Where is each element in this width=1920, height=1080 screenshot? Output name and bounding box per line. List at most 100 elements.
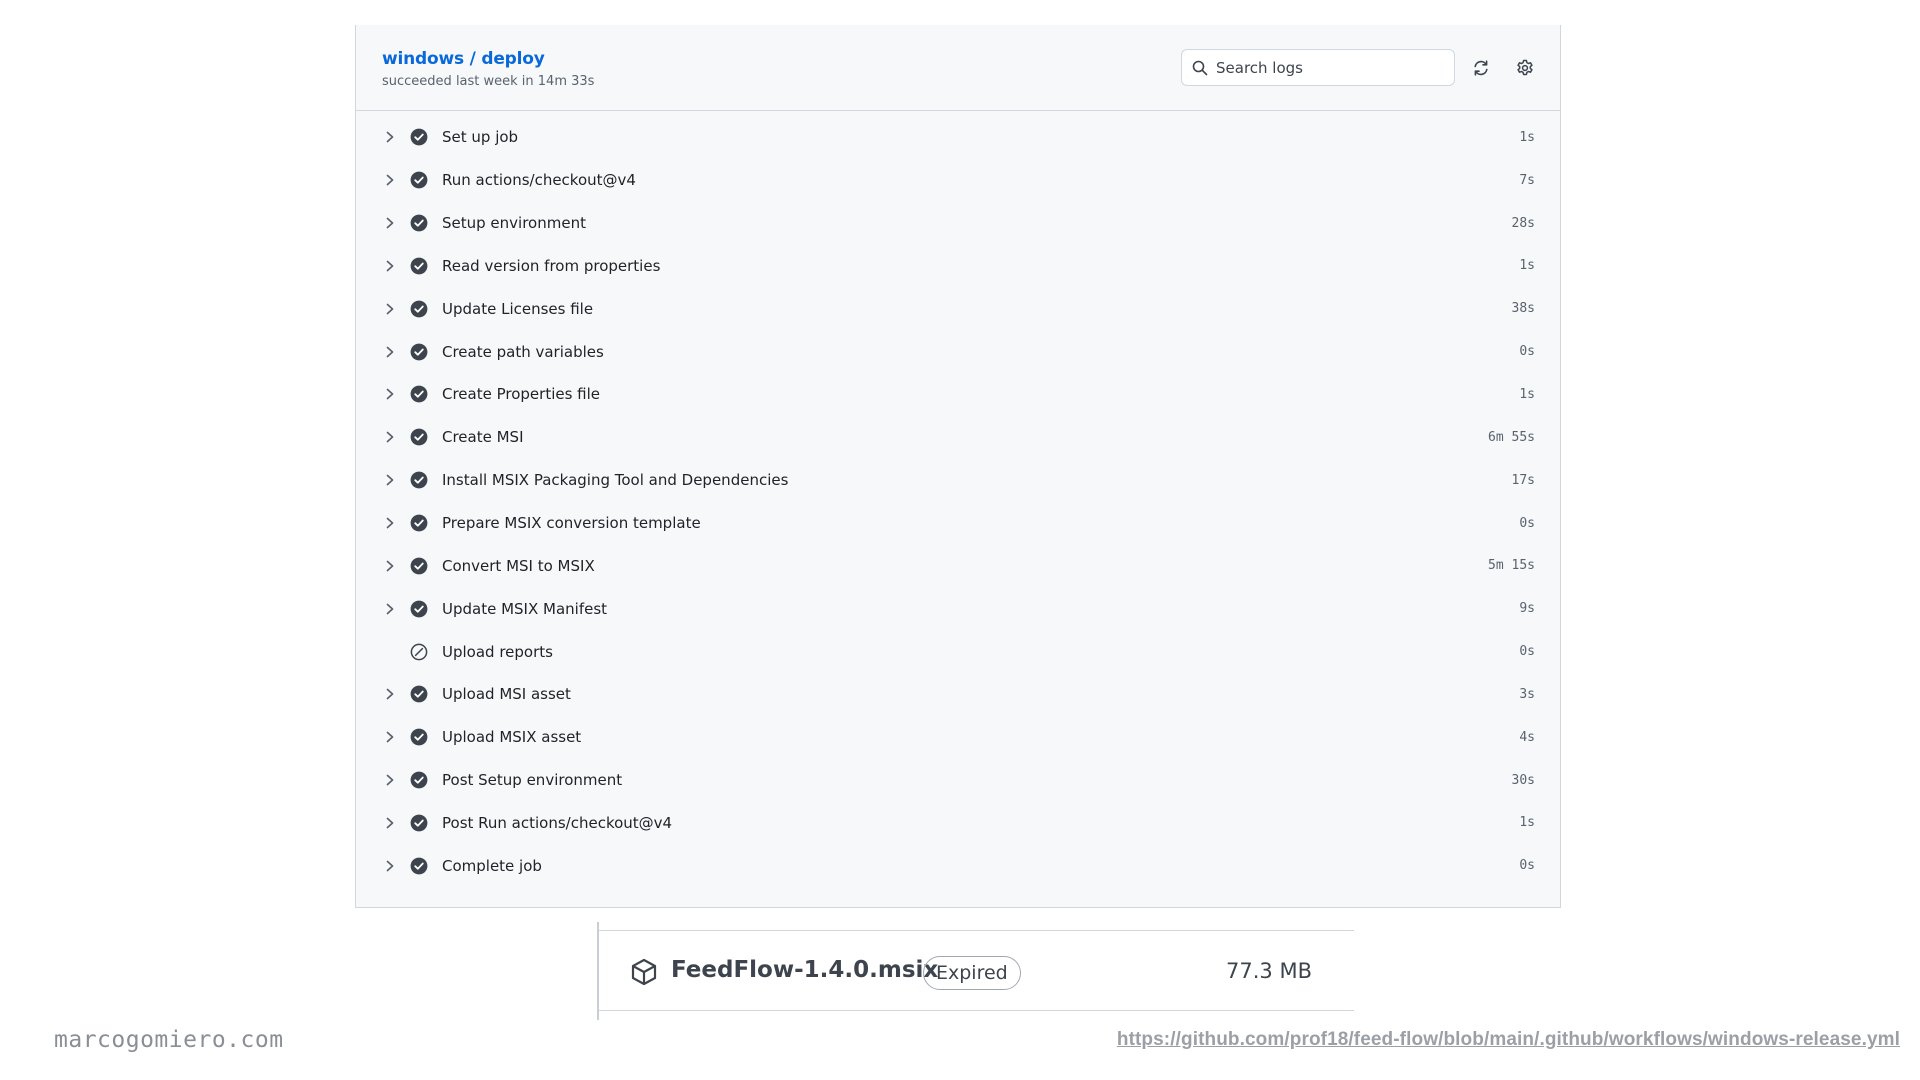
step-row[interactable]: Setup environment 28s xyxy=(356,202,1560,245)
step-duration: 1s xyxy=(1519,129,1535,145)
check-circle-fill-icon xyxy=(410,171,428,189)
chevron-right-icon[interactable] xyxy=(384,430,396,444)
step-row[interactable]: Convert MSI to MSIX 5m 15s xyxy=(356,544,1560,587)
site-name: marcogomiero.com xyxy=(54,1027,284,1053)
step-name: Create Properties file xyxy=(442,385,601,404)
step-row[interactable]: Create Properties file 1s xyxy=(356,373,1560,416)
step-duration: 3s xyxy=(1519,686,1535,702)
step-duration: 0s xyxy=(1519,515,1535,531)
step-duration: 0s xyxy=(1519,644,1535,660)
check-circle-fill-icon xyxy=(410,557,428,575)
chevron-right-icon[interactable] xyxy=(384,516,396,530)
chevron-right-icon[interactable] xyxy=(384,602,396,616)
check-circle-fill-icon xyxy=(410,214,428,232)
step-row[interactable]: Create MSI 6m 55s xyxy=(356,416,1560,459)
chevron-right-icon[interactable] xyxy=(384,559,396,573)
step-name: Upload reports xyxy=(442,642,553,661)
search-icon xyxy=(1192,60,1208,75)
chevron-right-icon[interactable] xyxy=(384,816,396,830)
divider xyxy=(597,922,599,1020)
check-circle-fill-icon xyxy=(410,685,428,703)
step-name: Convert MSI to MSIX xyxy=(442,556,595,575)
step-duration: 6m 55s xyxy=(1488,429,1535,445)
step-name: Prepare MSIX conversion template xyxy=(442,514,701,533)
skip-icon xyxy=(410,643,428,660)
package-icon xyxy=(631,958,657,986)
step-duration: 4s xyxy=(1519,729,1535,745)
step-name: Read version from properties xyxy=(442,256,661,275)
chevron-right-icon[interactable] xyxy=(384,302,396,316)
chevron-right-icon[interactable] xyxy=(384,259,396,273)
step-row[interactable]: Update MSIX Manifest 9s xyxy=(356,587,1560,630)
check-circle-fill-icon xyxy=(410,129,428,146)
chevron-right-icon[interactable] xyxy=(384,130,396,144)
settings-button[interactable] xyxy=(1511,54,1539,82)
job-header: windows / deploy succeeded last week in … xyxy=(356,25,1560,111)
step-row[interactable]: Create path variables 0s xyxy=(356,330,1560,373)
job-steps-list: Set up job 1s Run actions/checkout@v4 7s Set… xyxy=(356,111,1560,887)
check-circle-fill-icon xyxy=(410,386,428,403)
step-duration: 30s xyxy=(1511,772,1535,788)
chevron-right-icon[interactable] xyxy=(384,773,396,787)
check-circle-fill-icon xyxy=(410,814,428,832)
step-row[interactable]: Install MSIX Packaging Tool and Dependen… xyxy=(356,459,1560,502)
artifact-size: 77.3 MB xyxy=(1226,959,1312,983)
chevron-right-icon[interactable] xyxy=(384,473,396,487)
check-circle-fill-icon xyxy=(410,257,428,275)
step-duration: 1s xyxy=(1519,386,1535,402)
step-duration: 1s xyxy=(1519,815,1535,831)
step-name: Upload MSI asset xyxy=(442,685,571,704)
step-name: Post Setup environment xyxy=(442,771,623,790)
step-duration: 1s xyxy=(1519,258,1535,274)
check-circle-fill-icon xyxy=(410,514,428,532)
chevron-right-icon[interactable] xyxy=(384,687,396,701)
chevron-right-icon[interactable] xyxy=(384,216,396,230)
workflow-link[interactable]: https://github.com/prof18/feed-flow/blob… xyxy=(1117,1029,1900,1051)
step-row[interactable]: Upload MSI asset 3s xyxy=(356,673,1560,716)
artifact-name[interactable]: FeedFlow-1.4.0.msix xyxy=(671,957,938,983)
check-circle-fill-icon xyxy=(410,343,428,361)
step-duration: 28s xyxy=(1511,215,1535,231)
step-row[interactable]: Prepare MSIX conversion template 0s xyxy=(356,502,1560,545)
check-circle-fill-icon xyxy=(410,300,428,318)
step-row[interactable]: Post Setup environment 30s xyxy=(356,759,1560,802)
step-name: Post Run actions/checkout@v4 xyxy=(442,813,673,832)
step-name: Run actions/checkout@v4 xyxy=(442,171,636,190)
search-logs-input[interactable] xyxy=(1216,58,1436,77)
step-duration: 38s xyxy=(1511,301,1535,317)
refresh-button[interactable] xyxy=(1467,54,1495,82)
search-logs-field[interactable] xyxy=(1181,49,1455,86)
check-circle-fill-icon xyxy=(410,771,428,789)
step-name: Create MSI xyxy=(442,428,524,447)
step-row[interactable]: Upload reports 0s xyxy=(356,630,1560,673)
step-duration: 5m 15s xyxy=(1488,558,1535,574)
step-row[interactable]: Read version from properties 1s xyxy=(356,245,1560,288)
step-name: Create path variables xyxy=(442,342,604,361)
step-row[interactable]: Complete job 0s xyxy=(356,844,1560,887)
chevron-right-icon[interactable] xyxy=(384,345,396,359)
chevron-right-icon[interactable] xyxy=(384,173,396,187)
job-title-link[interactable]: windows / deploy xyxy=(382,49,545,69)
step-row[interactable]: Run actions/checkout@v4 7s xyxy=(356,159,1560,202)
check-circle-fill-icon xyxy=(410,728,428,746)
check-circle-fill-icon xyxy=(410,600,428,618)
step-duration: 0s xyxy=(1519,858,1535,874)
step-row[interactable]: Upload MSIX asset 4s xyxy=(356,716,1560,759)
step-duration: 17s xyxy=(1511,472,1535,488)
step-row[interactable]: Set up job 1s xyxy=(356,116,1560,159)
step-row[interactable]: Update Licenses file 38s xyxy=(356,287,1560,330)
check-circle-fill-icon xyxy=(410,857,428,875)
step-name: Upload MSIX asset xyxy=(442,728,582,747)
step-duration: 0s xyxy=(1519,344,1535,360)
divider xyxy=(599,1010,1354,1011)
step-name: Setup environment xyxy=(442,214,586,233)
job-status-summary: succeeded last week in 14m 33s xyxy=(382,74,595,89)
chevron-right-icon[interactable] xyxy=(384,730,396,744)
step-name: Update MSIX Manifest xyxy=(442,599,608,618)
chevron-right-icon[interactable] xyxy=(384,387,396,401)
step-row[interactable]: Post Run actions/checkout@v4 1s xyxy=(356,802,1560,845)
gear-icon xyxy=(1517,59,1533,76)
check-circle-fill-icon xyxy=(410,428,428,446)
chevron-right-icon[interactable] xyxy=(384,859,396,873)
expired-badge: Expired xyxy=(923,956,1021,990)
